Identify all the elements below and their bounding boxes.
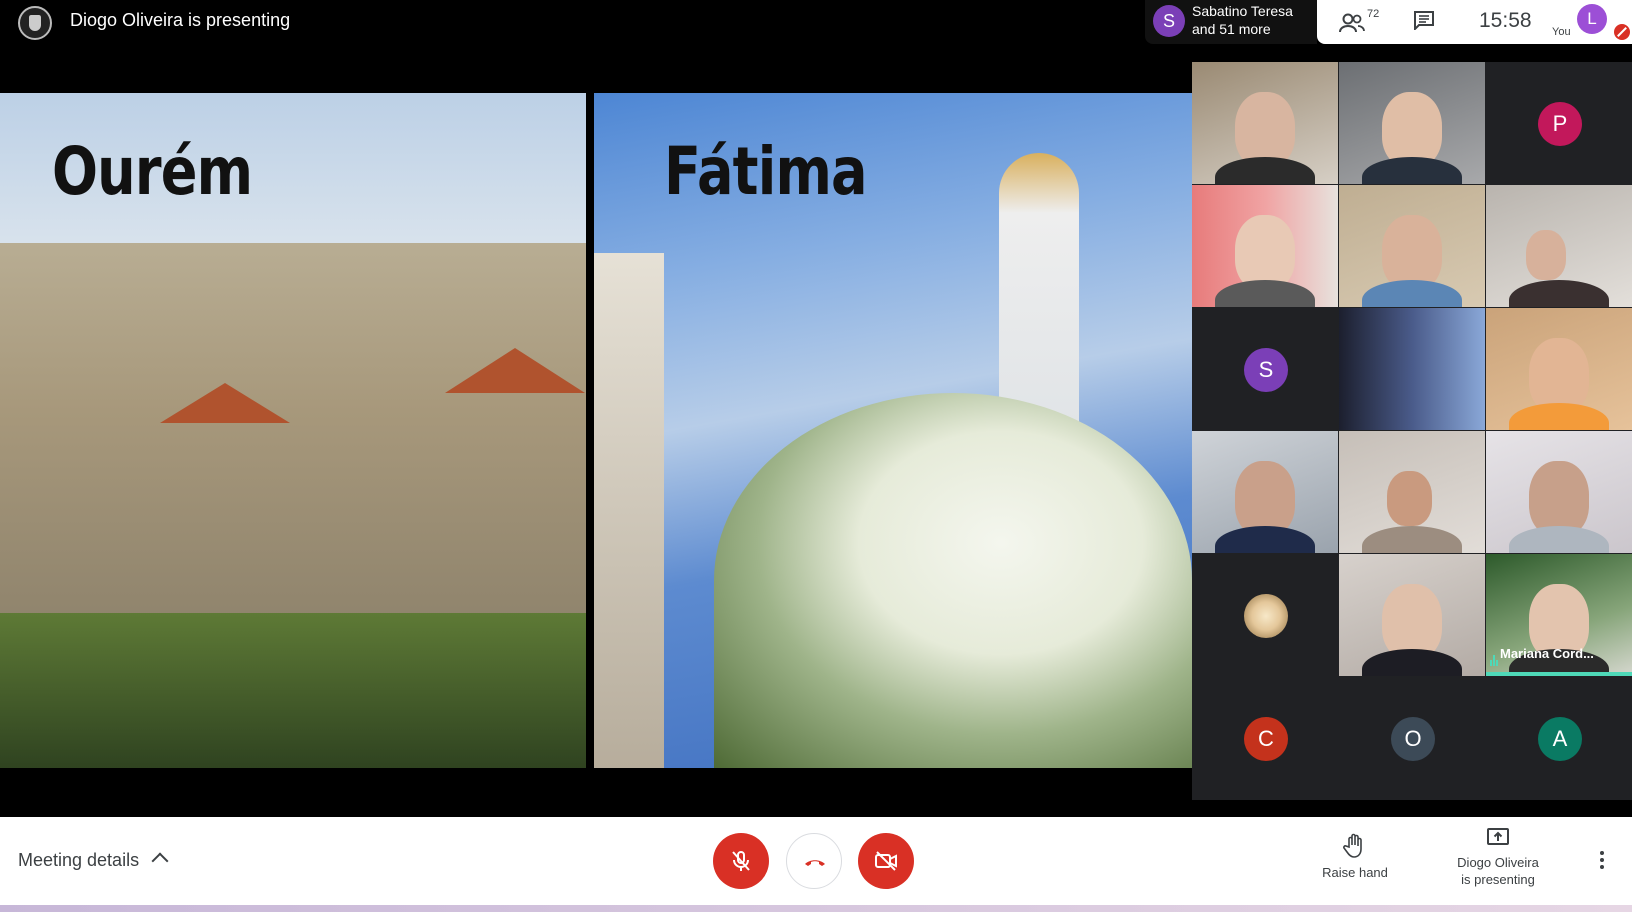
participant-body bbox=[1362, 280, 1462, 307]
participant-avatar: O bbox=[1391, 717, 1435, 761]
participants-preview-line2: and 51 more bbox=[1192, 21, 1271, 37]
participants-preview[interactable]: S Sabatino Teresa and 51 more bbox=[1145, 0, 1317, 44]
mic-off-icon bbox=[732, 851, 750, 871]
presenting-title: Diogo Oliveira is presenting bbox=[70, 10, 291, 30]
participant-avatar: S bbox=[1153, 5, 1185, 37]
slide-label-left: Ourém bbox=[52, 133, 253, 210]
participant-tile[interactable] bbox=[1486, 431, 1632, 553]
participant-tile[interactable] bbox=[1339, 185, 1485, 307]
participant-face bbox=[1382, 584, 1442, 659]
present-screen-icon bbox=[1487, 828, 1509, 845]
participant-tile[interactable] bbox=[1339, 308, 1485, 430]
participant-avatar: A bbox=[1538, 717, 1582, 761]
shared-screen: Ourém Fátima bbox=[0, 93, 1192, 768]
participant-grid: P S Mariana Cord... C O A bbox=[1192, 62, 1632, 800]
participant-body bbox=[1215, 157, 1315, 184]
participants-preview-text: Sabatino Teresa and 51 more bbox=[1192, 2, 1293, 38]
presenter-line2: is presenting bbox=[1461, 872, 1535, 887]
participant-face bbox=[1387, 471, 1432, 526]
more-options-icon[interactable] bbox=[1599, 851, 1605, 871]
participant-name: Mariana Cord... bbox=[1500, 646, 1594, 661]
mic-off-icon bbox=[1614, 24, 1630, 40]
bottom-strip bbox=[0, 905, 1632, 912]
participant-body bbox=[1362, 157, 1462, 184]
you-label: You bbox=[1552, 26, 1571, 38]
participant-tile-speaking[interactable]: Mariana Cord... bbox=[1486, 554, 1632, 676]
camera-off-icon bbox=[875, 851, 897, 871]
presenter-line1: Diogo Oliveira bbox=[1457, 855, 1539, 870]
participant-tile[interactable] bbox=[1339, 431, 1485, 553]
speaking-highlight bbox=[1486, 672, 1632, 676]
school-logo-icon bbox=[18, 6, 52, 40]
participant-tile[interactable]: S bbox=[1192, 308, 1338, 430]
participant-face bbox=[1235, 461, 1295, 536]
hangup-icon bbox=[805, 860, 825, 866]
participant-tile[interactable] bbox=[1192, 62, 1338, 184]
clock: 15:58 bbox=[1479, 9, 1532, 32]
raise-hand-button[interactable]: Raise hand bbox=[1310, 833, 1400, 881]
participant-body bbox=[1215, 280, 1315, 307]
participant-face bbox=[1382, 215, 1442, 290]
bottom-bar: Meeting details Raise hand Diogo Oliveir… bbox=[0, 817, 1632, 905]
self-avatar[interactable]: L bbox=[1577, 4, 1607, 34]
participant-body bbox=[1509, 280, 1609, 307]
flowers-shape bbox=[714, 393, 1192, 768]
hand-icon bbox=[1343, 833, 1362, 858]
top-right-panel: 72 15:58 You L bbox=[1317, 0, 1632, 44]
participants-preview-line1: Sabatino Teresa bbox=[1192, 3, 1293, 19]
participant-tile[interactable]: A bbox=[1486, 677, 1632, 799]
participant-tile[interactable] bbox=[1339, 62, 1485, 184]
participant-tile[interactable]: P bbox=[1486, 62, 1632, 184]
participant-tile[interactable] bbox=[1486, 308, 1632, 430]
chat-icon[interactable] bbox=[1413, 10, 1435, 30]
participant-body bbox=[1215, 526, 1315, 553]
participant-face bbox=[1526, 230, 1566, 280]
chevron-up-icon[interactable] bbox=[151, 852, 169, 870]
participant-avatar: P bbox=[1538, 102, 1582, 146]
participant-face bbox=[1529, 461, 1589, 536]
meeting-details-button[interactable]: Meeting details bbox=[18, 850, 139, 871]
leave-call-button[interactable] bbox=[786, 833, 842, 889]
microphone-toggle-button[interactable] bbox=[713, 833, 769, 889]
participant-face bbox=[1235, 92, 1295, 167]
participant-tile[interactable] bbox=[1339, 554, 1485, 676]
slide-label-right: Fátima bbox=[664, 133, 868, 210]
participant-avatar: S bbox=[1244, 348, 1288, 392]
grass-shape bbox=[0, 613, 586, 768]
participant-body bbox=[1509, 403, 1609, 430]
castle-shape bbox=[0, 243, 586, 663]
show-everyone-button[interactable]: 72 bbox=[1339, 8, 1381, 36]
participant-avatar: C bbox=[1244, 717, 1288, 761]
people-icon bbox=[1339, 13, 1365, 33]
participant-body bbox=[1362, 649, 1462, 676]
top-bar: Diogo Oliveira is presenting S Sabatino … bbox=[0, 0, 1632, 62]
participant-tile[interactable] bbox=[1192, 185, 1338, 307]
participant-tile[interactable] bbox=[1192, 431, 1338, 553]
participant-avatar-image bbox=[1244, 594, 1288, 638]
participant-count: 72 bbox=[1367, 8, 1380, 20]
raise-hand-label: Raise hand bbox=[1322, 865, 1388, 880]
basilica-tower-shape bbox=[594, 253, 664, 768]
participant-tile[interactable] bbox=[1192, 554, 1338, 676]
participant-face bbox=[1382, 92, 1442, 167]
speaking-indicator-icon bbox=[1490, 648, 1500, 666]
camera-toggle-button[interactable] bbox=[858, 833, 914, 889]
participant-body bbox=[1509, 526, 1609, 553]
participant-face bbox=[1529, 338, 1589, 413]
participant-body bbox=[1362, 526, 1462, 553]
presenting-info-button[interactable]: Diogo Oliveira is presenting bbox=[1448, 827, 1548, 888]
participant-face bbox=[1235, 215, 1295, 290]
participant-tile[interactable]: O bbox=[1339, 677, 1485, 799]
participant-tile[interactable] bbox=[1486, 185, 1632, 307]
participant-tile[interactable]: C bbox=[1192, 677, 1338, 799]
